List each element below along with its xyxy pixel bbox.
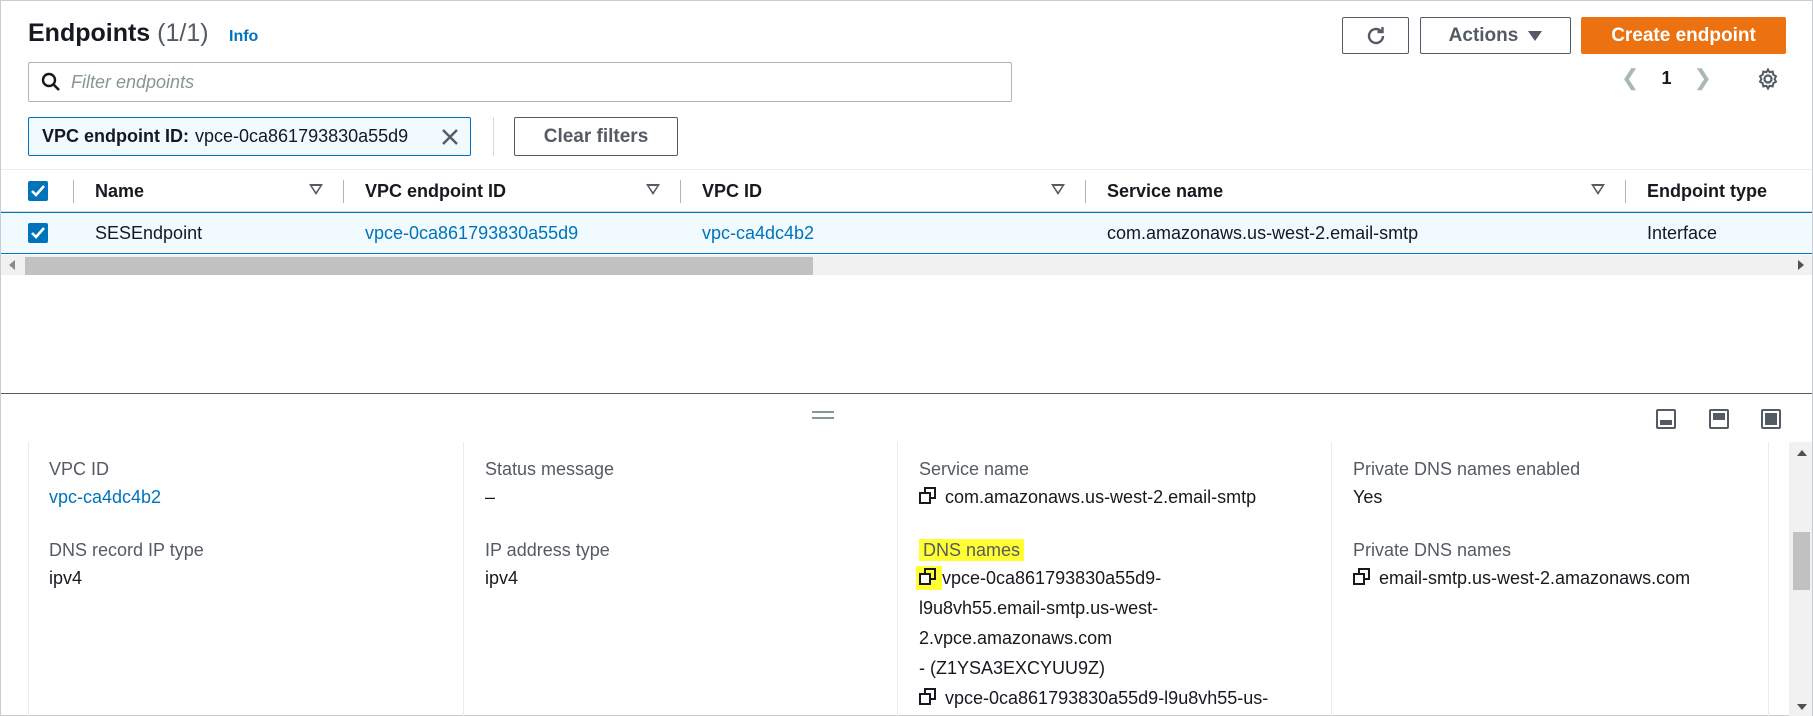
checkmark-icon (31, 185, 45, 197)
dns-name-2: vpce-0ca861793830a55d9-l9u8vh55-us- (919, 683, 1268, 713)
dns-name-line-1: vpce-0ca861793830a55d9- (942, 568, 1162, 588)
details-column-3: Service name com.amazonaws.us-west-2.ema… (897, 442, 1331, 716)
private-dns-names-label: Private DNS names (1353, 540, 1512, 560)
horizontal-scrollbar[interactable] (1, 255, 1812, 275)
table-row[interactable]: SESEndpoint vpce-0ca861793830a55d9 vpc-c… (1, 212, 1812, 254)
dns-name-line-3: 2.vpce.amazonaws.com (919, 628, 1113, 648)
checkmark-icon (31, 227, 45, 239)
select-all-checkbox[interactable] (28, 181, 48, 201)
split-bottom-icon[interactable] (1656, 409, 1676, 429)
dns-name-2-text: vpce-0ca861793830a55d9-l9u8vh55-us- (945, 688, 1269, 708)
private-dns-names-value: email-smtp.us-west-2.amazonaws.com (1353, 563, 1690, 593)
copy-icon[interactable] (919, 688, 937, 706)
sort-icon[interactable] (309, 184, 323, 195)
scroll-down-icon[interactable] (1797, 704, 1807, 710)
prev-page-icon[interactable]: ❮ (1621, 65, 1639, 91)
table-header: Name VPC endpoint ID VPC ID Service name… (1, 169, 1812, 212)
refresh-icon (1367, 26, 1384, 44)
split-side-icon[interactable] (1709, 409, 1729, 429)
vertical-scrollbar[interactable] (1789, 442, 1812, 716)
details-column-1: VPC ID vpc-ca4dc4b2 DNS record IP type i… (29, 442, 463, 716)
column-separator[interactable] (343, 180, 344, 203)
next-page-icon[interactable]: ❯ (1693, 65, 1711, 91)
column-header-vpc-id[interactable]: VPC ID (702, 170, 762, 213)
clear-filters-button[interactable]: Clear filters (514, 117, 678, 156)
private-dns-enabled-value: Yes (1353, 487, 1383, 507)
sort-icon[interactable] (646, 184, 660, 195)
divider (493, 117, 494, 156)
dns-name-line-2: l9u8vh55.email-smtp.us-west- (919, 598, 1159, 618)
dns-names-label-text: DNS names (919, 539, 1025, 561)
pagination: ❮ 1 ❯ (1621, 65, 1712, 91)
scroll-right-icon[interactable] (1798, 260, 1804, 270)
ip-address-type-value: ipv4 (485, 568, 519, 588)
column-separator (73, 180, 74, 203)
dns-record-ip-type-value: ipv4 (49, 568, 83, 588)
actions-label: Actions (1448, 24, 1519, 46)
vpc-id-link[interactable]: vpc-ca4dc4b2 (49, 482, 161, 512)
row-checkbox[interactable] (28, 223, 48, 243)
close-icon[interactable] (440, 127, 460, 147)
filter-search[interactable] (28, 62, 1012, 102)
column-header-service-name[interactable]: Service name (1107, 170, 1223, 213)
scrollbar-thumb[interactable] (1793, 532, 1810, 590)
dns-record-ip-type-label: DNS record IP type (49, 540, 204, 560)
page-title-text: Endpoints (28, 19, 151, 47)
copy-icon[interactable] (919, 487, 937, 505)
copy-icon-highlight (916, 566, 942, 590)
resize-handle[interactable] (812, 411, 834, 419)
cell-service-name: com.amazonaws.us-west-2.email-smtp (1107, 222, 1419, 243)
status-message-label: Status message (485, 459, 615, 479)
filter-input[interactable] (71, 71, 991, 93)
column-separator[interactable] (1625, 180, 1626, 203)
filter-token: VPC endpoint ID: vpce-0ca861793830a55d9 (28, 117, 471, 156)
dns-name-hosted-zone: - (Z1YSA3EXCYUU9Z) (919, 658, 1106, 678)
sort-icon[interactable] (1051, 184, 1065, 195)
endpoint-details: VPC ID vpc-ca4dc4b2 DNS record IP type i… (28, 442, 1769, 716)
settings-gear-icon[interactable] (1756, 67, 1780, 91)
search-icon (41, 72, 60, 91)
actions-button[interactable]: Actions (1420, 17, 1571, 54)
endpoint-count: (1/1) (157, 19, 209, 47)
sort-icon[interactable] (1591, 184, 1605, 195)
scroll-left-icon[interactable] (9, 260, 15, 270)
private-dns-names-text: email-smtp.us-west-2.amazonaws.com (1379, 568, 1691, 588)
status-message-value: – (485, 487, 496, 507)
split-panel: VPC ID vpc-ca4dc4b2 DNS record IP type i… (1, 393, 1812, 716)
info-link[interactable]: Info (229, 28, 258, 46)
ip-address-type-label: IP address type (485, 540, 610, 560)
split-fullscreen-icon[interactable] (1761, 409, 1781, 429)
scrollbar-thumb[interactable] (25, 257, 813, 275)
private-dns-enabled-label: Private DNS names enabled (1353, 459, 1581, 479)
current-page[interactable]: 1 (1661, 68, 1671, 89)
filter-token-key: VPC endpoint ID: (42, 126, 189, 146)
details-column-2: Status message – IP address type ipv4 (463, 442, 897, 716)
filter-token-value: vpce-0ca861793830a55d9 (195, 126, 409, 146)
cell-endpoint-type: Interface (1647, 222, 1718, 243)
dns-names-label: DNS names (919, 539, 1025, 561)
app-frame: Endpoints (1/1) Info Actions Create endp… (0, 0, 1813, 716)
details-column-4: Private DNS names enabled Yes Private DN… (1331, 442, 1769, 716)
cell-name: SESEndpoint (95, 222, 203, 243)
service-name-value: com.amazonaws.us-west-2.email-smtp (919, 482, 1256, 512)
page-title: Endpoints (1/1) (28, 19, 209, 48)
dns-name-1: vpce-0ca861793830a55d9- (916, 563, 1162, 593)
create-endpoint-button[interactable]: Create endpoint (1581, 17, 1786, 54)
column-separator[interactable] (1085, 180, 1086, 203)
refresh-button[interactable] (1342, 17, 1409, 54)
cell-endpoint-id-link[interactable]: vpce-0ca861793830a55d9 (365, 213, 578, 253)
scroll-up-icon[interactable] (1797, 450, 1807, 456)
caret-down-icon (1528, 30, 1543, 41)
column-header-name[interactable]: Name (95, 170, 144, 213)
copy-icon[interactable] (1353, 568, 1371, 586)
vpc-id-label: VPC ID (49, 459, 110, 479)
column-header-endpoint-type[interactable]: Endpoint type (1647, 170, 1767, 213)
column-header-endpoint-id[interactable]: VPC endpoint ID (365, 170, 506, 213)
copy-icon[interactable] (919, 568, 937, 586)
service-name-text: com.amazonaws.us-west-2.email-smtp (945, 487, 1257, 507)
service-name-label: Service name (919, 459, 1030, 479)
column-separator[interactable] (680, 180, 681, 203)
cell-vpc-id-link[interactable]: vpc-ca4dc4b2 (702, 213, 814, 253)
